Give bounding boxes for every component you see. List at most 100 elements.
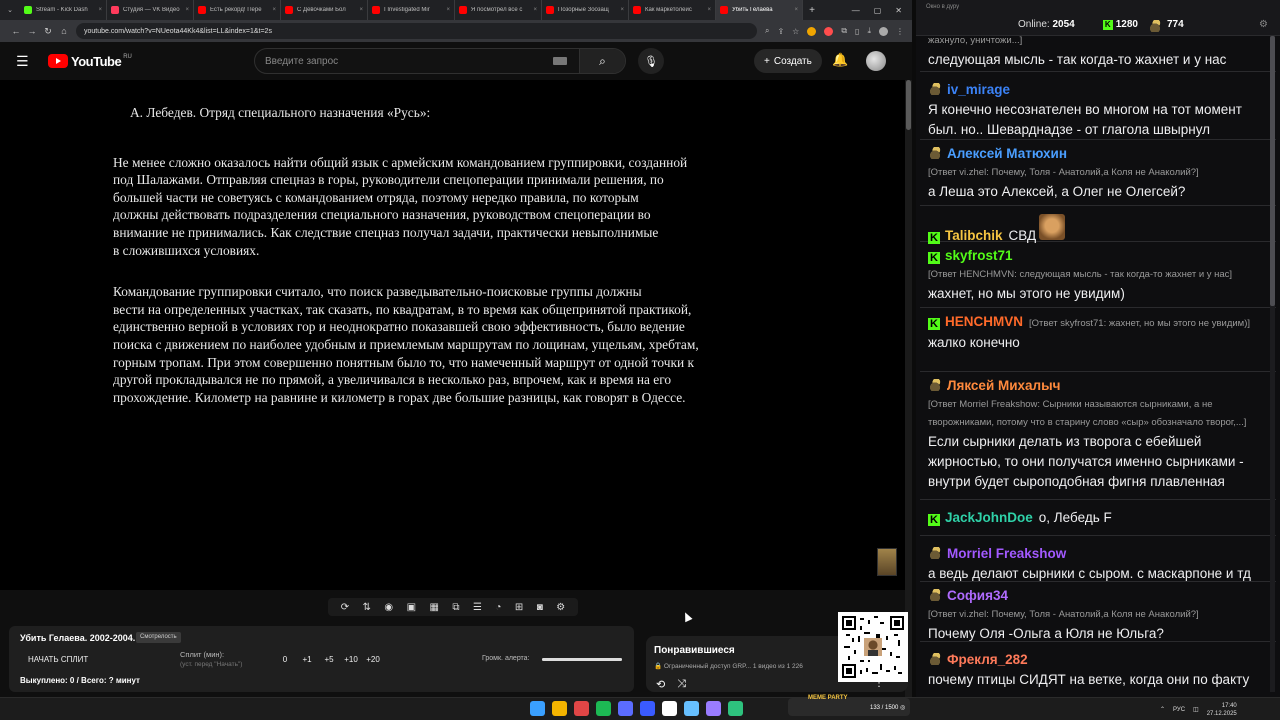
taskbar-app-icon[interactable]: [552, 701, 567, 716]
split-increment-button[interactable]: +1: [296, 655, 318, 664]
video-player[interactable]: А. Лебедев. Отряд специального назначени…: [0, 80, 905, 590]
chat-message[interactable]: iv_mirage Я конечно несознателен во много…: [920, 74, 1276, 140]
pip-icon[interactable]: ⧉: [452, 602, 459, 613]
create-button[interactable]: + Создать: [754, 49, 822, 73]
tab-close-icon[interactable]: ×: [533, 7, 537, 13]
cinema-icon[interactable]: ▣: [407, 602, 416, 613]
browser-tab[interactable]: Позорные Зоозащ ×: [542, 0, 629, 20]
calendar-icon[interactable]: ▦: [430, 602, 439, 613]
keyboard-icon[interactable]: [553, 57, 567, 65]
list-icon[interactable]: ☰: [473, 602, 482, 613]
chat-username[interactable]: Morriel Freakshow: [947, 544, 1066, 564]
browser-tab[interactable]: Stream - Kick Dash ×: [20, 0, 107, 20]
split-increment-button[interactable]: 0: [274, 655, 296, 664]
page-scrollbar[interactable]: [905, 80, 912, 697]
network-icon[interactable]: ◫: [1193, 706, 1199, 713]
chat-scroll-thumb[interactable]: [1270, 36, 1275, 306]
browser-tab[interactable]: I Investigated Mir ×: [368, 0, 455, 20]
chat-username[interactable]: Фрекля_282: [947, 650, 1028, 670]
browser-tab[interactable]: Как маркетолейс ×: [629, 0, 716, 20]
home-icon[interactable]: ⌂: [56, 26, 72, 36]
taskbar-app-icon[interactable]: [728, 701, 743, 716]
alert-volume-slider[interactable]: [542, 658, 622, 661]
clock[interactable]: 17:40 27.12.2025: [1207, 702, 1237, 718]
tab-close-icon[interactable]: ×: [98, 7, 102, 13]
chat-message-list[interactable]: жахнуло, уничтожи...] следующая мысль - т…: [920, 36, 1276, 692]
chat-message[interactable]: София34 [Ответ vi.zhel: Почему, Толя - Ан…: [920, 584, 1276, 642]
browser-tab[interactable]: Есть рекорд! Пере ×: [194, 0, 281, 20]
taskbar-app-icon[interactable]: [596, 701, 611, 716]
chat-username[interactable]: skyfrost71: [945, 246, 1013, 266]
gear-icon[interactable]: ⚙: [556, 602, 565, 613]
browser-tab[interactable]: Убить Гелаева ×: [716, 0, 803, 20]
tab-close-icon[interactable]: ×: [359, 7, 363, 13]
chat-message[interactable]: K JackJohnDoe о, Лебедь F: [920, 502, 1276, 536]
zoom-icon[interactable]: ⌕: [765, 26, 769, 36]
taskbar-app-icon[interactable]: [706, 701, 721, 716]
chat-username[interactable]: HENCHMVN: [945, 312, 1023, 332]
forward-icon[interactable]: →: [24, 26, 40, 36]
add-icon[interactable]: ⊞: [515, 602, 523, 613]
taskbar-app-icon[interactable]: [530, 701, 545, 716]
tab-close-icon[interactable]: ×: [272, 7, 276, 13]
back-icon[interactable]: ←: [8, 26, 24, 36]
chat-message[interactable]: Алексей Матюхин [Ответ vi.zhel: Почему, Т…: [920, 142, 1276, 206]
tab-close-icon[interactable]: ×: [185, 7, 189, 13]
search-button[interactable]: ⌕: [579, 49, 625, 73]
url-field[interactable]: youtube.com/watch?v=NUeota44Kk4&list=LL&…: [76, 23, 757, 39]
tab-close-icon[interactable]: ×: [446, 7, 450, 13]
search-input[interactable]: [255, 49, 553, 73]
scroll-thumb[interactable]: [906, 80, 911, 130]
chat-username[interactable]: JackJohnDoe: [945, 508, 1033, 528]
menu-icon[interactable]: ⋮: [896, 27, 904, 36]
audio-icon[interactable]: ◉: [384, 602, 393, 613]
tab-close-icon[interactable]: ×: [707, 7, 711, 13]
maximize-icon[interactable]: ▢: [874, 6, 882, 15]
browser-tab[interactable]: Студия — VK Видео ×: [107, 0, 194, 20]
chat-message[interactable]: K Talibchik СВД: [920, 208, 1276, 244]
share-icon[interactable]: ⇪: [777, 27, 784, 36]
split-increment-button[interactable]: +10: [340, 655, 362, 664]
taskbar-app-icon[interactable]: [684, 701, 699, 716]
bell-icon[interactable]: 🔔: [832, 52, 848, 68]
chat-username[interactable]: Алексей Матюхин: [947, 144, 1067, 164]
close-icon[interactable]: ✕: [895, 6, 902, 15]
mic-icon[interactable]: 🎙: [638, 48, 664, 74]
chat-username[interactable]: iv_mirage: [947, 80, 1010, 100]
loop-icon[interactable]: ⟳: [341, 602, 349, 613]
browser-tab[interactable]: С Девочками Бол ×: [281, 0, 368, 20]
taskbar-app-icon[interactable]: [640, 701, 655, 716]
extension-icon[interactable]: [824, 26, 834, 36]
tab-search-icon[interactable]: ⌄: [0, 0, 20, 20]
tab-close-icon[interactable]: ×: [620, 7, 624, 13]
split-increment-button[interactable]: +5: [318, 655, 340, 664]
hamburger-icon[interactable]: ☰: [16, 53, 42, 70]
sidepanel-icon[interactable]: ▯: [855, 27, 859, 36]
chat-message[interactable]: K HENCHMVN [Ответ skyfrost71: жахнет, но м…: [920, 310, 1276, 372]
shuffle-icon[interactable]: ⤨: [677, 678, 686, 691]
taskbar-app-icon[interactable]: [662, 701, 677, 716]
chat-username[interactable]: Ляксей Михалыч: [947, 376, 1061, 396]
youtube-logo[interactable]: YouTube RU: [48, 54, 132, 69]
start-split-button[interactable]: НАЧАТЬ СПЛИТ: [28, 655, 88, 664]
tab-close-icon[interactable]: ×: [794, 7, 798, 13]
avatar[interactable]: [866, 51, 886, 71]
chat-message[interactable]: Фрекля_282 почему птицы СИДЯТ на ветке, к…: [920, 644, 1276, 692]
minimize-icon[interactable]: —: [852, 6, 860, 15]
meme-party-widget[interactable]: MEME PARTY 133 / 1500 ◎: [788, 695, 910, 716]
chat-message[interactable]: Kskyfrost71 [Ответ HENCHMVN: следующая мы…: [920, 244, 1276, 308]
chat-username[interactable]: Talibchik: [945, 226, 1003, 246]
new-tab-icon[interactable]: +: [803, 5, 821, 16]
chat-scrollbar[interactable]: [1270, 36, 1275, 692]
browser-tab[interactable]: Я посмотрел все с ×: [455, 0, 542, 20]
chat-settings-icon[interactable]: ⚙: [1259, 19, 1268, 30]
language-indicator[interactable]: РУС: [1173, 707, 1185, 713]
bookmark-icon[interactable]: ☆: [792, 27, 799, 36]
taskbar-app-icon[interactable]: [618, 701, 633, 716]
download-icon[interactable]: ⤓: [867, 26, 871, 36]
chat-message[interactable]: жахнуло, уничтожи...] следующая мысль - т…: [920, 36, 1276, 72]
extensions-icon[interactable]: ⧉: [841, 26, 847, 36]
chat-message[interactable]: Ляксей Михалыч [Ответ Morriel Freakshow: …: [920, 374, 1276, 500]
reload-icon[interactable]: ↻: [40, 26, 56, 37]
profile-icon[interactable]: [879, 26, 888, 36]
